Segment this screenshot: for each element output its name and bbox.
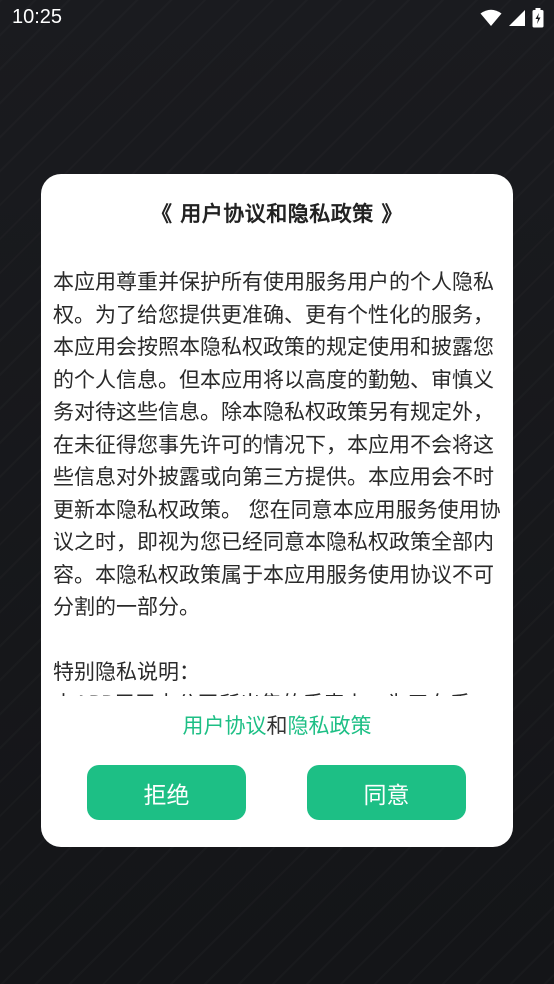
agreement-links: 用户协议和隐私政策 [41, 710, 513, 740]
battery-icon [532, 8, 544, 28]
dialog-title: 《 用户协议和隐私政策 》 [150, 202, 404, 226]
status-time: 10:25 [12, 6, 63, 28]
links-conjunction: 和 [266, 714, 288, 738]
wifi-icon [480, 9, 502, 27]
status-bar: 10:25 [0, 0, 554, 38]
privacy-policy-link[interactable]: 隐私政策 [288, 714, 372, 738]
refuse-button[interactable]: 拒绝 [87, 765, 246, 820]
body-heading: 特别隐私说明： [53, 659, 200, 684]
body-paragraph-2: 本APP用于本公司所出售的手表上，为了在手 [53, 688, 503, 696]
user-agreement-link[interactable]: 用户协议 [183, 714, 267, 738]
signal-icon [508, 9, 526, 27]
dialog-body-scroll[interactable]: 本应用尊重并保护所有使用服务用户的个人隐私权。为了给您提供更准确、更有个性化的服… [53, 266, 503, 696]
body-paragraph: 本应用尊重并保护所有使用服务用户的个人隐私权。为了给您提供更准确、更有个性化的服… [53, 270, 501, 619]
agree-button[interactable]: 同意 [307, 765, 466, 820]
status-icons [480, 8, 544, 28]
privacy-dialog: 《 用户协议和隐私政策 》 本应用尊重并保护所有使用服务用户的个人隐私权。为了给… [41, 174, 513, 847]
